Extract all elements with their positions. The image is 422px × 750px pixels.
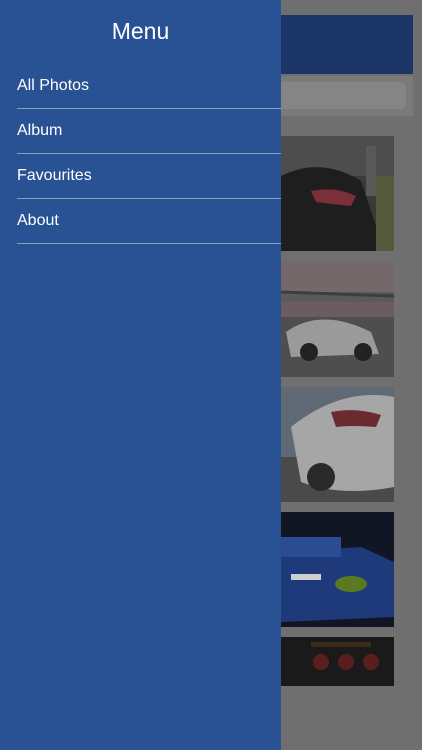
drawer-title: Menu xyxy=(111,18,170,44)
photo-thumbnail[interactable] xyxy=(281,262,394,377)
menu-item-favourites[interactable]: Favourites xyxy=(17,154,281,199)
side-drawer: Menu All Photos Album Favourites About xyxy=(0,0,281,750)
photo-thumbnail[interactable] xyxy=(281,387,394,502)
drawer-menu: All Photos Album Favourites About xyxy=(17,64,281,244)
car-photo-rear xyxy=(281,136,394,251)
search-input[interactable] xyxy=(281,82,406,109)
menu-item-all-photos[interactable]: All Photos xyxy=(17,64,281,109)
menu-item-about[interactable]: About xyxy=(17,199,281,244)
photo-thumbnail[interactable] xyxy=(281,136,394,251)
car-photo-white xyxy=(281,387,394,502)
car-photo-dashboard xyxy=(281,637,394,686)
photo-thumbnail[interactable] xyxy=(281,637,394,686)
menu-item-album[interactable]: Album xyxy=(17,109,281,154)
photo-thumbnail[interactable] xyxy=(281,512,394,627)
menu-item-label: All Photos xyxy=(17,77,90,94)
menu-item-label: About xyxy=(17,212,59,229)
car-photo-rally xyxy=(281,512,394,627)
app-header xyxy=(281,15,413,74)
menu-item-label: Album xyxy=(17,122,63,139)
menu-item-label: Favourites xyxy=(17,167,92,184)
car-photo-bridge xyxy=(281,262,394,377)
